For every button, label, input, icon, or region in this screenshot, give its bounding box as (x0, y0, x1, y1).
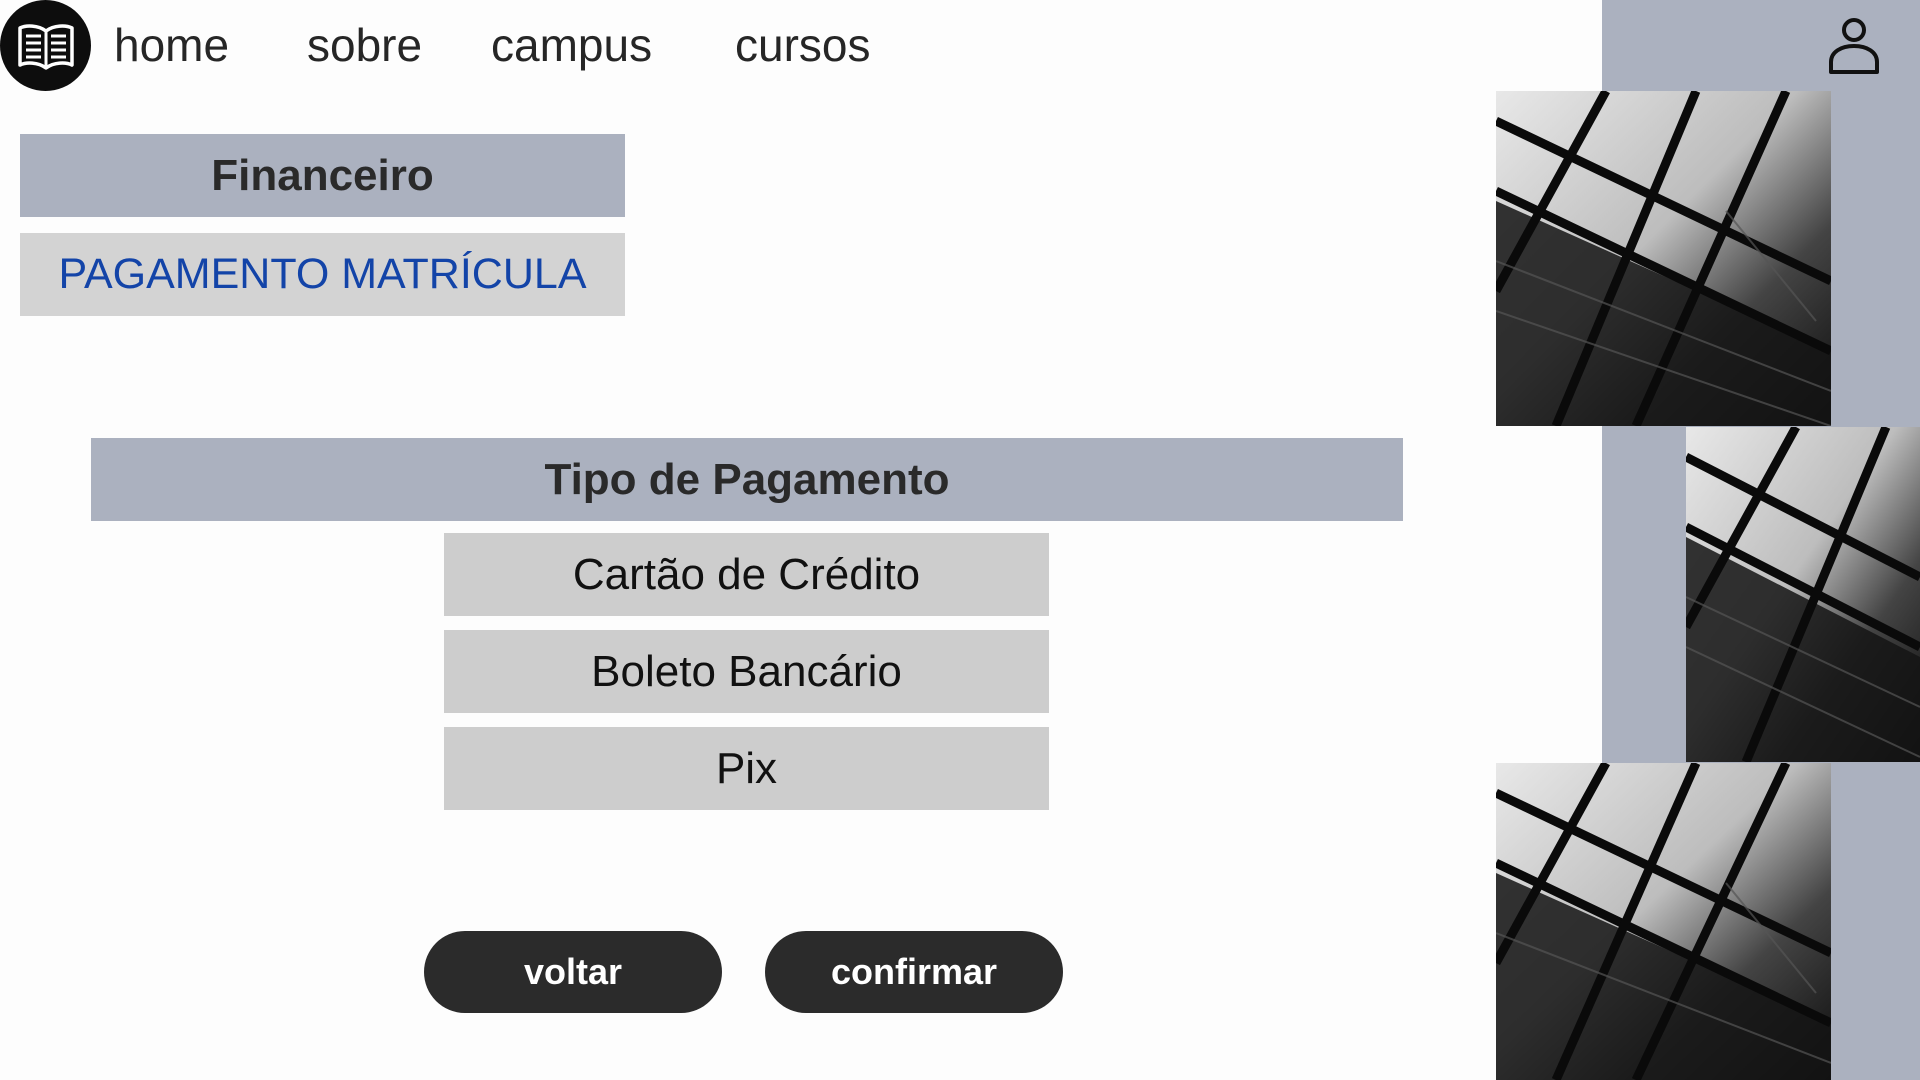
payment-option-credit-card[interactable]: Cartão de Crédito (444, 533, 1049, 616)
nav-link-campus[interactable]: campus (491, 10, 652, 80)
nav-link-sobre[interactable]: sobre (307, 10, 422, 80)
confirm-button[interactable]: confirmar (765, 931, 1063, 1013)
payment-option-boleto[interactable]: Boleto Bancário (444, 630, 1049, 713)
section-financeiro-title: Financeiro (20, 134, 625, 217)
building-photo-3 (1496, 763, 1831, 1080)
building-photo-1 (1496, 91, 1831, 426)
nav-link-cursos[interactable]: cursos (735, 10, 870, 80)
section-pagamento-matricula: PAGAMENTO MATRÍCULA (20, 233, 625, 316)
nav-link-home[interactable]: home (114, 10, 229, 80)
user-icon[interactable] (1826, 16, 1882, 76)
open-book-icon[interactable] (0, 0, 91, 91)
back-button[interactable]: voltar (424, 931, 722, 1013)
payment-type-header: Tipo de Pagamento (91, 438, 1403, 521)
building-photo-2 (1686, 427, 1920, 762)
payment-option-pix[interactable]: Pix (444, 727, 1049, 810)
